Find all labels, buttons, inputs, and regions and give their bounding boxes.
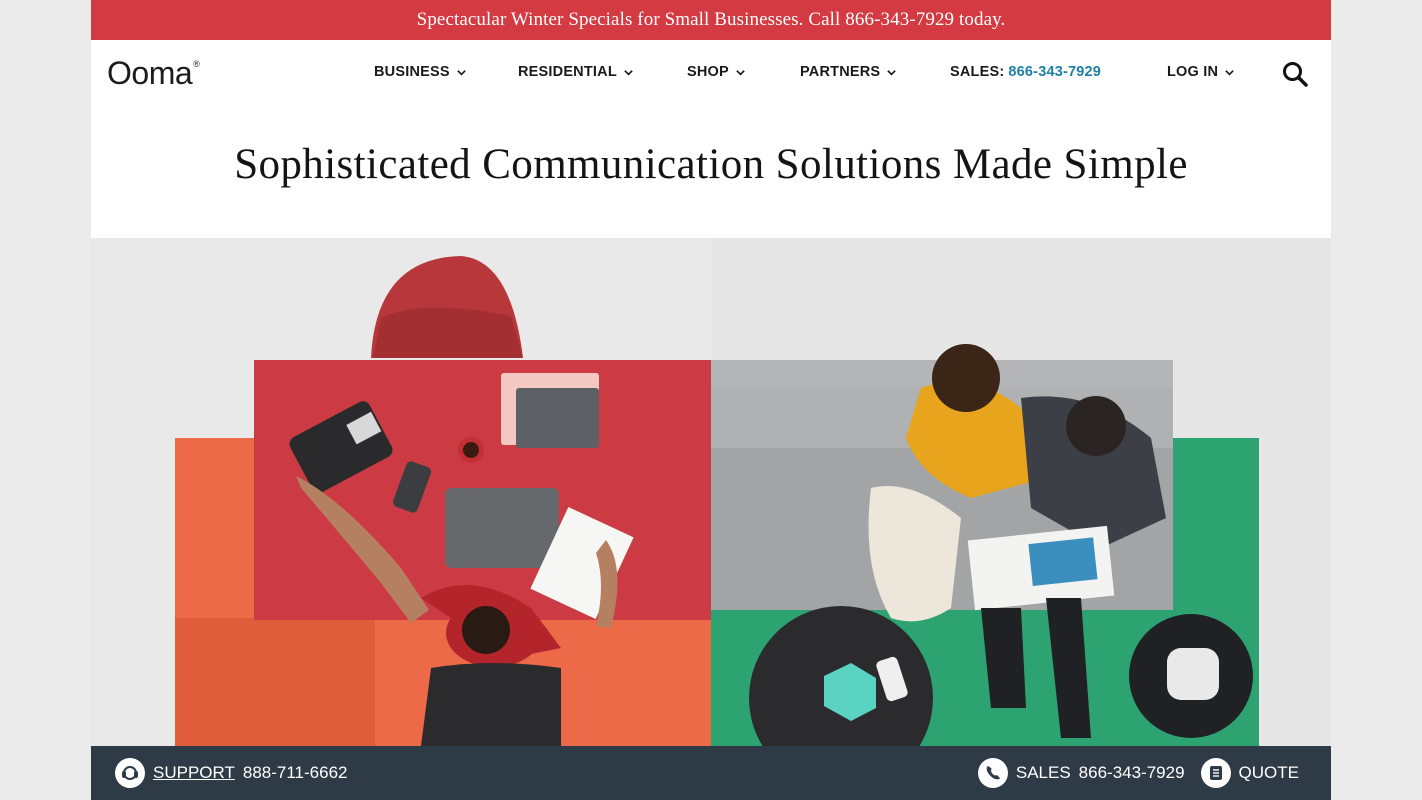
support-link[interactable]: SUPPORT: [153, 763, 235, 783]
support-headset-icon: [115, 758, 145, 788]
site-header: Ooma ® BUSINESS RESIDENTIAL SHOP PARTNER…: [91, 40, 1331, 106]
chevron-down-icon: [887, 69, 897, 76]
promo-banner[interactable]: Spectacular Winter Specials for Small Bu…: [91, 0, 1331, 40]
hero-title: Sophisticated Communication Solutions Ma…: [234, 141, 1188, 188]
nav-shop[interactable]: SHOP: [687, 64, 746, 80]
nav-login[interactable]: LOG IN: [1167, 64, 1235, 80]
chevron-down-icon: [624, 69, 633, 76]
promo-text[interactable]: Spectacular Winter Specials for Small Bu…: [417, 9, 1006, 31]
ooma-logo[interactable]: Ooma ®: [107, 57, 200, 89]
nav-partners[interactable]: PARTNERS: [800, 64, 897, 80]
support-phone[interactable]: 888-711-6662: [243, 763, 348, 783]
quote-document-icon: [1200, 758, 1231, 788]
hero-illustration: [91, 238, 1331, 746]
logo-registered-mark: ®: [193, 59, 200, 69]
sales-quote-contacts: SALES 866-343-7929 QUOTE: [977, 758, 1299, 788]
hero-photo: [91, 238, 1331, 746]
quote-link[interactable]: QUOTE: [1239, 763, 1299, 783]
nav-login-label: LOG IN: [1167, 64, 1219, 80]
logo-wordmark[interactable]: Ooma: [107, 57, 193, 89]
page-frame: Spectacular Winter Specials for Small Bu…: [91, 0, 1331, 800]
chevron-down-icon: [1225, 69, 1234, 76]
chevron-down-icon: [736, 69, 745, 76]
nav-residential-label: RESIDENTIAL: [518, 64, 617, 80]
contact-bar: SUPPORT 888-711-6662 SALES 866-343-7929 …: [91, 746, 1331, 800]
chevron-down-icon: [456, 69, 466, 76]
nav-business[interactable]: BUSINESS: [374, 64, 467, 80]
support-contact[interactable]: SUPPORT 888-711-6662: [115, 758, 347, 788]
sales-phone-icon: [977, 758, 1008, 788]
nav-residential[interactable]: RESIDENTIAL: [518, 64, 634, 80]
nav-sales[interactable]: SALES: 866-343-7929: [950, 64, 1101, 80]
nav-partners-label: PARTNERS: [800, 64, 881, 80]
nav-shop-label: SHOP: [687, 64, 729, 80]
sales-label[interactable]: SALES: [1016, 763, 1071, 783]
nav-business-label: BUSINESS: [374, 64, 450, 80]
search-icon[interactable]: [1281, 60, 1309, 88]
nav-sales-label: SALES:: [950, 64, 1005, 80]
nav-sales-phone[interactable]: 866-343-7929: [1008, 64, 1101, 80]
sales-phone[interactable]: 866-343-7929: [1079, 763, 1185, 783]
